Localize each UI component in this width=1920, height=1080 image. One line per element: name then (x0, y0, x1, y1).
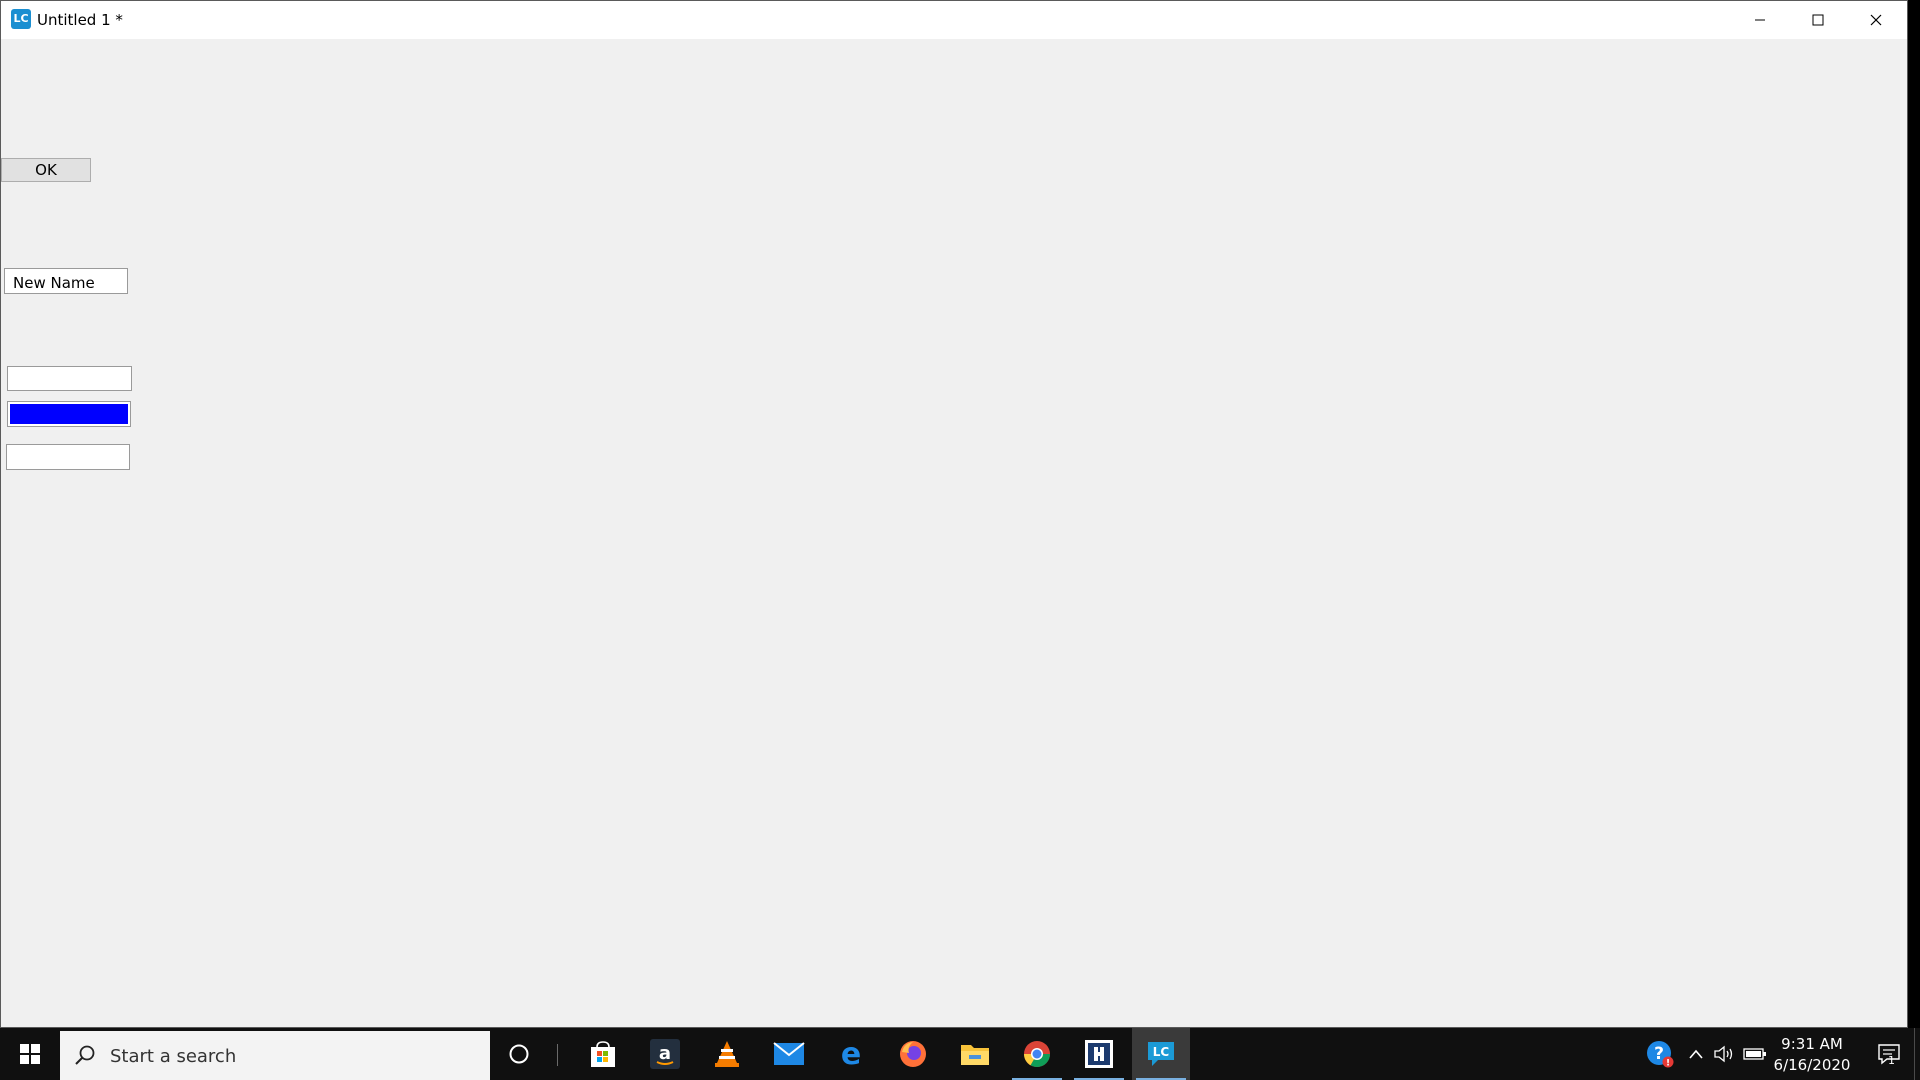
battery-icon (1743, 1048, 1766, 1060)
name-field[interactable]: New Name (4, 268, 128, 294)
window-title: Untitled 1 * (37, 11, 123, 29)
close-icon (1870, 14, 1882, 26)
taskbar-item-edge[interactable]: e (822, 1028, 880, 1080)
mail-icon (773, 1042, 805, 1065)
volume-icon (1714, 1045, 1733, 1063)
firefox-icon (900, 1041, 926, 1067)
empty-text-field-1[interactable] (7, 366, 132, 391)
tray-battery[interactable] (1740, 1028, 1770, 1080)
start-button[interactable] (0, 1028, 60, 1080)
cortana-button[interactable] (490, 1028, 548, 1080)
app-window: LC Untitled 1 * OK New Name (0, 0, 1908, 1028)
show-desktop-button[interactable] (1914, 1028, 1920, 1080)
windows-logo-icon (20, 1044, 40, 1064)
file-explorer-icon (961, 1045, 989, 1065)
livecode-icon: LC (1148, 1042, 1174, 1066)
close-button[interactable] (1847, 1, 1905, 39)
microsoft-store-icon (591, 1041, 615, 1067)
clock-time: 9:31 AM (1781, 1035, 1843, 1053)
amazon-icon: a (650, 1039, 680, 1069)
ok-button[interactable]: OK (1, 158, 91, 182)
edge-icon: e (841, 1039, 861, 1069)
taskbar-item-livecode[interactable]: LC (1132, 1028, 1190, 1080)
tray-show-hidden-icons[interactable] (1682, 1028, 1710, 1080)
maximize-button[interactable] (1789, 1, 1847, 39)
taskbar-item-firefox[interactable] (884, 1028, 942, 1080)
title-bar[interactable]: LC Untitled 1 * (1, 1, 1907, 39)
svg-text:?: ? (1654, 1044, 1664, 1064)
svg-text:!: ! (1666, 1059, 1670, 1069)
taskbar-divider (557, 1044, 558, 1066)
minimize-icon (1755, 19, 1765, 21)
search-icon (75, 1045, 95, 1065)
minimize-button[interactable] (1731, 1, 1789, 39)
empty-text-field-2[interactable] (6, 444, 130, 470)
chrome-icon (1023, 1041, 1051, 1068)
desktop-screen: LC Untitled 1 * OK New Name Start a sear… (0, 0, 1920, 1080)
livecode-app-icon: LC (11, 9, 31, 29)
vlc-icon (715, 1041, 739, 1067)
cortana-icon (509, 1044, 529, 1064)
taskbar-item-chrome[interactable] (1008, 1028, 1066, 1080)
chevron-up-icon (1689, 1049, 1703, 1059)
tray-help[interactable]: ? ! (1640, 1028, 1680, 1080)
svg-text:e: e (841, 1039, 861, 1069)
help-icon: ? ! (1647, 1041, 1674, 1069)
window-edge (1908, 0, 1920, 1028)
tray-volume[interactable] (1710, 1028, 1738, 1080)
remote-desktop-icon (1085, 1040, 1113, 1068)
taskbar-item-file-explorer[interactable] (946, 1028, 1004, 1080)
maximize-icon (1812, 14, 1824, 26)
taskbar-item-amazon[interactable]: a (636, 1028, 694, 1080)
clock-date: 6/16/2020 (1773, 1056, 1851, 1074)
taskbar-search-box[interactable]: Start a search (60, 1031, 490, 1080)
taskbar-clock[interactable]: 9:31 AM 6/16/2020 (1770, 1034, 1854, 1076)
taskbar-item-mail[interactable] (760, 1028, 818, 1080)
taskbar: Start a search a e LC ? ! 9:31 AM 6/16/2… (0, 1028, 1920, 1080)
taskbar-item-microsoft-store[interactable] (574, 1028, 632, 1080)
taskbar-item-vlc[interactable] (698, 1028, 756, 1080)
color-swatch-fill (10, 404, 128, 424)
svg-text:LC: LC (1153, 1045, 1170, 1059)
search-placeholder: Start a search (110, 1046, 237, 1067)
color-swatch[interactable] (7, 401, 131, 427)
notification-count: 1 (1888, 1054, 1895, 1067)
svg-text:a: a (659, 1043, 671, 1064)
taskbar-item-remote-desktop[interactable] (1070, 1028, 1128, 1080)
action-center-button[interactable]: 1 (1866, 1028, 1912, 1080)
